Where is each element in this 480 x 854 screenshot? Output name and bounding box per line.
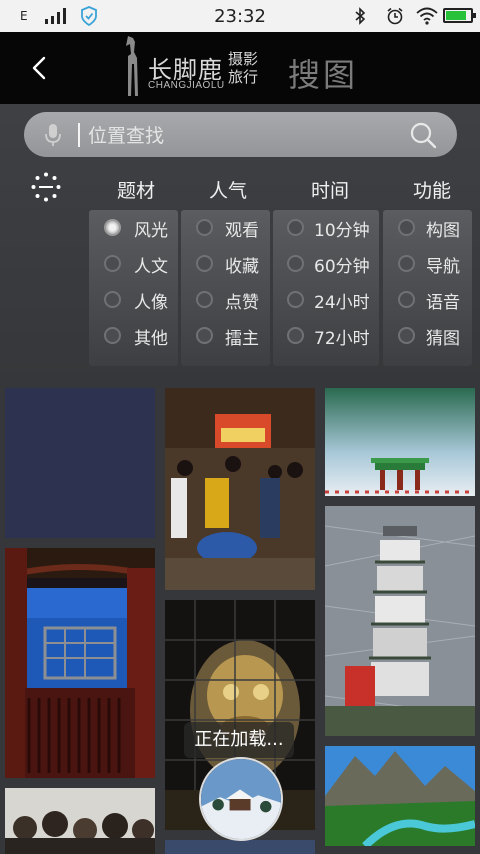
bluetooth-icon (355, 7, 366, 25)
battery-icon (443, 8, 476, 23)
photo-thumbnail[interactable] (5, 388, 155, 538)
radio[interactable] (196, 219, 213, 236)
option-popularity-4[interactable]: 擂主 (181, 318, 270, 354)
option-time-4[interactable]: 72小时 (273, 318, 379, 354)
radio[interactable] (287, 291, 304, 308)
status-time: 23:32 (214, 6, 266, 27)
tab-function[interactable]: 功能 (413, 176, 451, 203)
logo-subtitle: 摄影旅行 (228, 50, 259, 86)
photo-thumbnail[interactable] (5, 548, 155, 778)
radio[interactable] (196, 291, 213, 308)
radio[interactable] (287, 327, 304, 344)
app-header: 长脚鹿 CHANGJIAOLU 摄影旅行 搜图 (0, 32, 480, 104)
option-label: 观看 (225, 221, 259, 241)
wifi-icon (416, 7, 438, 25)
radio[interactable] (398, 219, 415, 236)
logo-english: CHANGJIAOLU (148, 80, 225, 91)
page-title: 搜图 (288, 56, 359, 94)
option-label: 人文 (134, 257, 168, 277)
loading-indicator: 正在加载... (184, 722, 294, 758)
logo: 长脚鹿 CHANGJIAOLU 摄影旅行 (122, 32, 272, 104)
photo-thumbnail[interactable] (5, 788, 155, 854)
option-popularity-1[interactable]: 观看 (181, 210, 270, 246)
option-label: 60分钟 (314, 257, 370, 277)
search-placeholder: 位置查找 (88, 125, 165, 147)
microphone-icon[interactable] (44, 123, 62, 147)
radio[interactable] (398, 327, 415, 344)
option-label: 人像 (134, 293, 168, 313)
option-function-3[interactable]: 语音 (383, 282, 472, 318)
radio[interactable] (287, 255, 304, 272)
option-time-2[interactable]: 60分钟 (273, 246, 379, 282)
option-label: 导航 (426, 257, 460, 277)
search-icon[interactable] (409, 121, 437, 149)
time-options: 10分钟 60分钟 24小时 72小时 (273, 210, 379, 366)
option-label: 24小时 (314, 293, 370, 313)
radio[interactable] (398, 255, 415, 272)
subject-options: 风光 人文 人像 其他 (89, 210, 178, 366)
photo-thumbnail[interactable] (165, 388, 315, 590)
function-options: 构图 导航 语音 猜图 (383, 210, 472, 366)
radio[interactable] (398, 291, 415, 308)
photo-thumbnail[interactable] (325, 388, 475, 496)
photo-thumbnail[interactable] (325, 506, 475, 736)
option-label: 其他 (134, 329, 168, 349)
option-label: 构图 (426, 221, 460, 241)
option-popularity-3[interactable]: 点赞 (181, 282, 270, 318)
option-subject-4[interactable]: 其他 (89, 318, 178, 354)
option-subject-2[interactable]: 人文 (89, 246, 178, 282)
deer-logo-icon (126, 36, 138, 96)
text-cursor (78, 123, 80, 147)
option-time-3[interactable]: 24小时 (273, 282, 379, 318)
radio[interactable] (196, 327, 213, 344)
option-function-4[interactable]: 猜图 (383, 318, 472, 354)
radio[interactable] (196, 255, 213, 272)
radio-selected[interactable] (104, 219, 121, 236)
option-function-2[interactable]: 导航 (383, 246, 472, 282)
radio[interactable] (104, 327, 121, 344)
loading-preview-image (199, 757, 283, 841)
option-function-1[interactable]: 构图 (383, 210, 472, 246)
radio[interactable] (287, 219, 304, 236)
tab-popularity[interactable]: 人气 (209, 176, 247, 203)
filter-panel: 位置查找 题材 人气 时间 功能 风光 人文 人像 其他 观看 收藏 点赞 擂主… (0, 104, 480, 382)
popularity-options: 观看 收藏 点赞 擂主 (181, 210, 270, 366)
back-arrow-icon[interactable] (24, 52, 56, 84)
status-bar: E 23:32 (0, 0, 480, 32)
option-label: 擂主 (225, 329, 259, 349)
option-label: 收藏 (225, 257, 259, 277)
radio[interactable] (104, 255, 121, 272)
alarm-icon (387, 7, 403, 25)
option-popularity-2[interactable]: 收藏 (181, 246, 270, 282)
option-label: 10分钟 (314, 221, 370, 241)
option-label: 72小时 (314, 329, 370, 349)
menu-icon[interactable] (31, 172, 61, 202)
tab-time[interactable]: 时间 (311, 176, 349, 203)
option-label: 点赞 (225, 293, 259, 313)
option-time-1[interactable]: 10分钟 (273, 210, 379, 246)
option-subject-3[interactable]: 人像 (89, 282, 178, 318)
tab-subject[interactable]: 题材 (117, 176, 155, 203)
option-label: 风光 (134, 221, 168, 241)
option-subject-1[interactable]: 风光 (89, 210, 178, 246)
photo-thumbnail[interactable] (165, 840, 315, 854)
option-label: 语音 (426, 293, 460, 313)
search-input[interactable]: 位置查找 (24, 112, 457, 157)
photo-thumbnail[interactable] (325, 746, 475, 846)
option-label: 猜图 (426, 329, 460, 349)
radio[interactable] (104, 291, 121, 308)
